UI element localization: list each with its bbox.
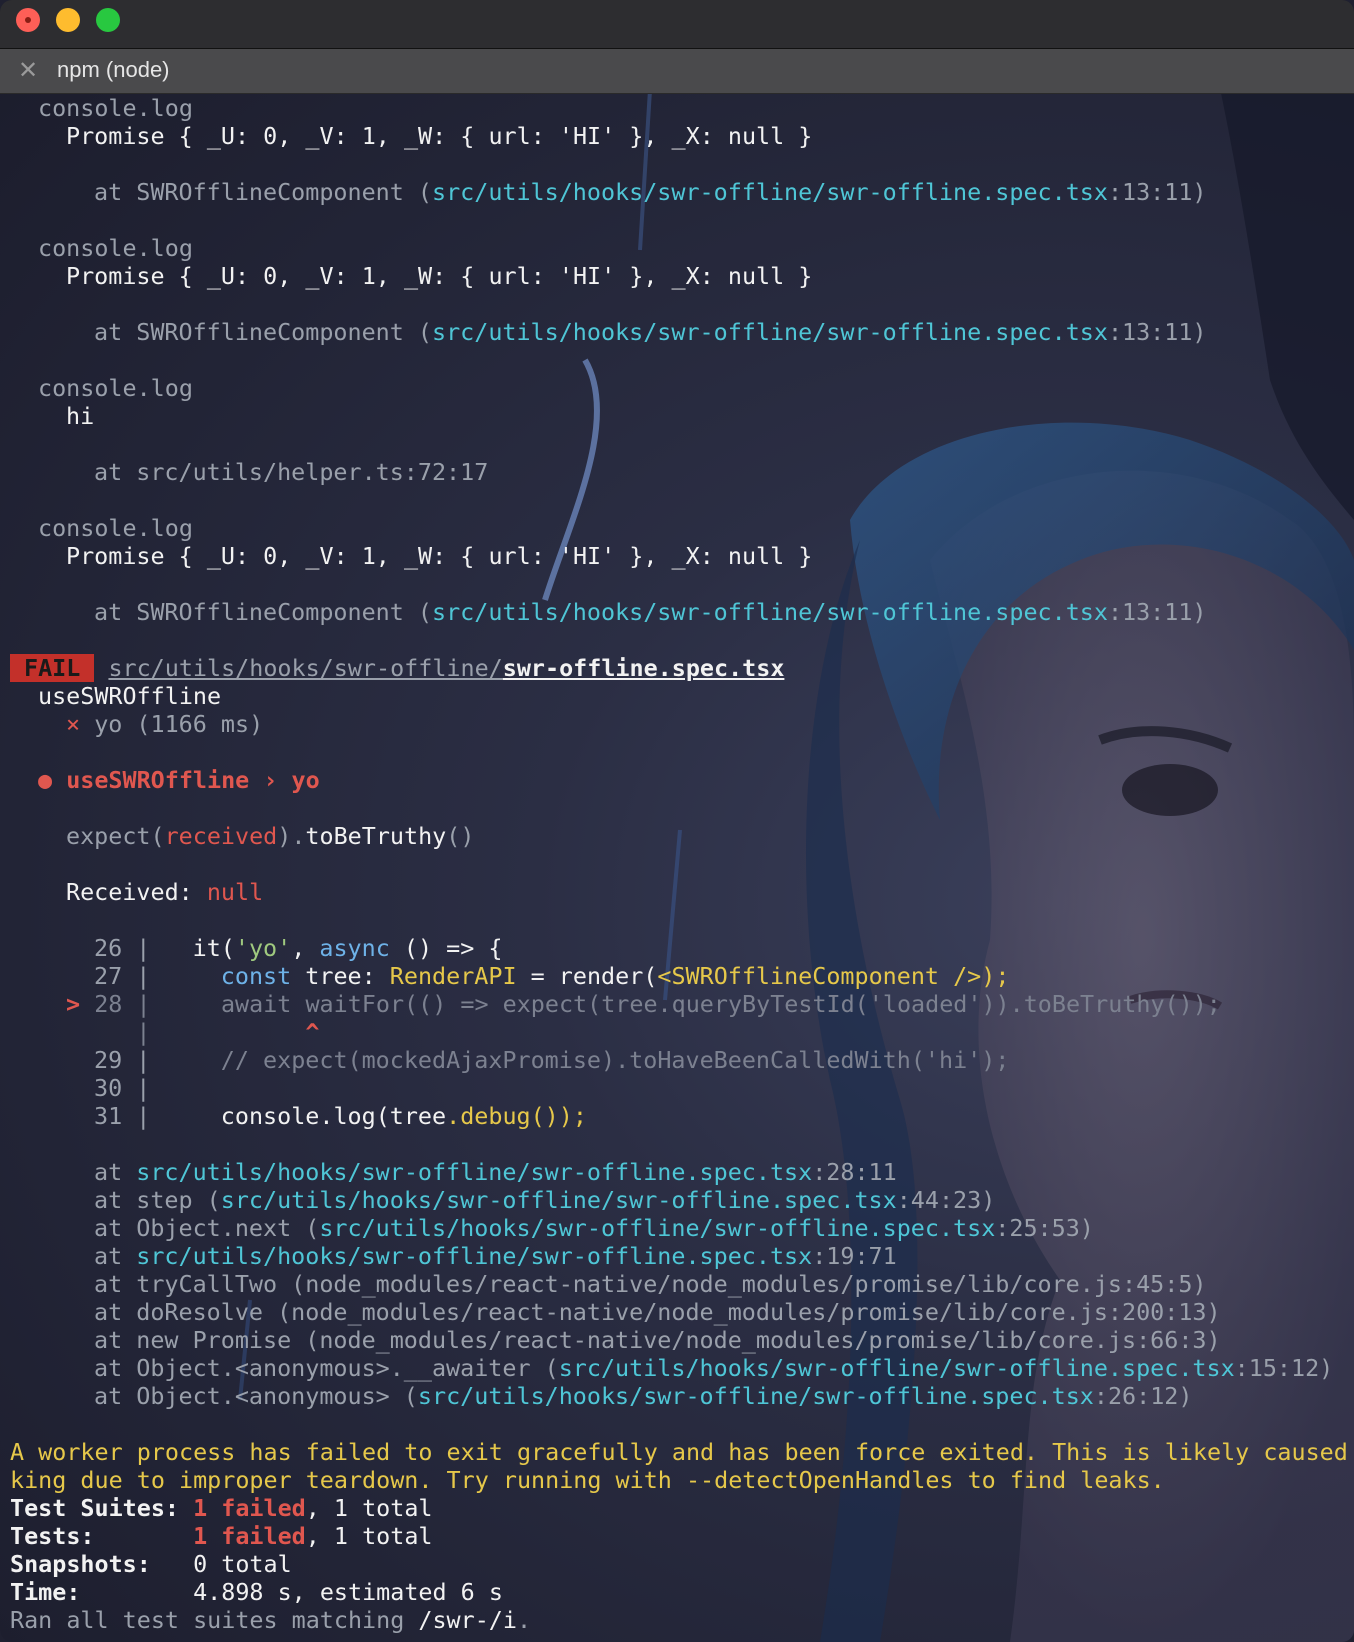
close-tab-icon[interactable]: ✕ <box>16 58 40 82</box>
minimize-window-button[interactable] <box>56 8 80 32</box>
log-label: console.log <box>38 94 193 122</box>
stack-frame: at new Promise (node_modules/react-nativ… <box>94 1326 1221 1354</box>
log-location: at SWROfflineComponent (src/utils/hooks/… <box>94 178 1207 206</box>
failure-header: ● useSWROffline › yo <box>38 766 320 794</box>
stack-frame: at doResolve (node_modules/react-native/… <box>94 1298 1221 1326</box>
summary-tests: Tests: 1 failed, 1 total <box>10 1522 433 1550</box>
fail-badge: FAIL <box>10 654 95 682</box>
log-label: console.log <box>38 234 193 262</box>
worker-warning-line-1: A worker process has failed to exit grac… <box>10 1438 1348 1466</box>
log-value: Promise { _U: 0, _V: 1, _W: { url: 'HI' … <box>66 122 813 150</box>
terminal-window: ✕ npm (node) console.log Promise { _U: 0… <box>0 0 1354 1642</box>
code-line-31: 31 | console.log(tree.debug()); <box>94 1102 587 1130</box>
tab-bar: ✕ npm (node) <box>0 49 1354 94</box>
zoom-window-button[interactable] <box>96 8 120 32</box>
summary-ran: Ran all test suites matching /swr-/i. <box>10 1606 532 1634</box>
code-line-27: 27 | const tree: RenderAPI = render(<SWR… <box>94 962 1010 990</box>
stack-frame: at src/utils/hooks/swr-offline/swr-offli… <box>94 1158 897 1186</box>
caret-line: | ^ <box>136 1018 320 1046</box>
stack-frame: at Object.next (src/utils/hooks/swr-offl… <box>94 1214 1094 1242</box>
test-file-result: FAIL src/utils/hooks/swr-offline/swr-off… <box>10 654 784 682</box>
bullet-icon: ● <box>38 766 53 794</box>
summary-suites: Test Suites: 1 failed, 1 total <box>10 1494 433 1522</box>
log-value: Promise { _U: 0, _V: 1, _W: { url: 'HI' … <box>66 542 813 570</box>
suite-name: useSWROffline <box>38 682 222 710</box>
stack-frame: at src/utils/hooks/swr-offline/swr-offli… <box>94 1242 897 1270</box>
log-location: at src/utils/helper.ts:72:17 <box>94 458 489 486</box>
tab-title[interactable]: npm (node) <box>57 58 170 82</box>
log-label: console.log <box>38 374 193 402</box>
terminal-output[interactable]: console.log Promise { _U: 0, _V: 1, _W: … <box>0 94 1354 1642</box>
received-line: Received: null <box>66 878 264 906</box>
close-window-button[interactable] <box>16 8 40 32</box>
expect-line: expect(received).toBeTruthy() <box>66 822 475 850</box>
log-label: console.log <box>38 514 193 542</box>
code-line-30: 30 | <box>94 1074 151 1102</box>
stack-frame: at step (src/utils/hooks/swr-offline/swr… <box>94 1186 996 1214</box>
log-value: hi <box>66 402 95 430</box>
stack-frame: at Object.<anonymous> (src/utils/hooks/s… <box>94 1382 1193 1410</box>
stack-frame: at tryCallTwo (node_modules/react-native… <box>94 1270 1207 1298</box>
stack-frame: at Object.<anonymous>.__awaiter (src/uti… <box>94 1354 1334 1382</box>
caret-icon: ^ <box>305 1018 320 1046</box>
log-location: at SWROfflineComponent (src/utils/hooks/… <box>94 318 1207 346</box>
summary-snapshots: Snapshots: 0 total <box>10 1550 292 1578</box>
log-location: at SWROfflineComponent (src/utils/hooks/… <box>94 598 1207 626</box>
test-result-line: × yo (1166 ms) <box>66 710 264 738</box>
code-line-26: 26 | it('yo', async () => { <box>94 934 503 962</box>
title-bar <box>0 0 1354 49</box>
error-line-marker: > <box>66 990 81 1018</box>
worker-warning-line-2: king due to improper teardown. Try runni… <box>10 1466 1165 1494</box>
log-value: Promise { _U: 0, _V: 1, _W: { url: 'HI' … <box>66 262 813 290</box>
code-line-29: 29 | // expect(mockedAjaxPromise).toHave… <box>94 1046 1010 1074</box>
fail-mark-icon: × <box>66 710 81 738</box>
code-line-28: > 28 | await waitFor(() => expect(tree.q… <box>66 990 1221 1018</box>
summary-time: Time: 4.898 s, estimated 6 s <box>10 1578 503 1606</box>
